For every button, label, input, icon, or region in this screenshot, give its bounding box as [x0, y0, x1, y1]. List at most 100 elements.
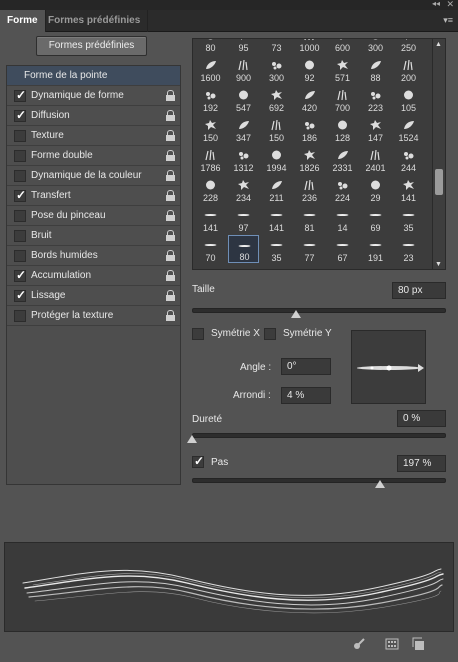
hardness-field[interactable]: 0 %	[397, 410, 446, 427]
brush-tip-cell[interactable]: 150	[195, 115, 226, 143]
option-checkbox[interactable]	[14, 188, 26, 202]
spacing-checkbox[interactable]	[192, 454, 204, 468]
option-checkbox[interactable]	[14, 210, 26, 222]
brush-tip-cell[interactable]: 547	[228, 85, 259, 113]
brush-tip-cell[interactable]: 2331	[327, 145, 358, 173]
tab-forme[interactable]: Forme	[0, 10, 46, 32]
angle-field[interactable]: 0°	[281, 358, 331, 375]
scroll-down-icon[interactable]: ▼	[435, 261, 442, 268]
scroll-thumb[interactable]	[435, 169, 443, 195]
size-slider-knob[interactable]	[291, 310, 302, 318]
brush-tip-cell[interactable]: 67	[327, 235, 358, 263]
brush-tip-cell[interactable]: 244	[393, 145, 424, 173]
hardness-slider-track[interactable]	[192, 433, 446, 438]
angle-roundness-widget[interactable]	[351, 330, 426, 404]
lock-icon[interactable]	[166, 190, 175, 201]
scroll-up-icon[interactable]: ▲	[435, 41, 442, 48]
option-row-12[interactable]: Protéger la texture	[7, 306, 180, 326]
lock-icon[interactable]	[166, 170, 175, 181]
brush-tip-cell[interactable]: 191	[360, 235, 391, 263]
option-checkbox[interactable]	[14, 88, 26, 102]
brush-tip-cell[interactable]: 92	[294, 55, 325, 83]
roundness-field[interactable]: 4 %	[281, 387, 331, 404]
brush-tip-cell[interactable]: 141	[393, 175, 424, 203]
brush-tip-cell[interactable]: 73	[261, 39, 292, 53]
brush-tip-cell[interactable]: 1312	[228, 145, 259, 173]
create-new-brush-icon[interactable]	[412, 637, 426, 651]
option-checkbox[interactable]	[14, 130, 26, 142]
brush-tip-cell[interactable]: 200	[393, 55, 424, 83]
brush-tip-cell[interactable]: 692	[261, 85, 292, 113]
brush-tip-cell[interactable]: 1524	[393, 115, 424, 143]
option-checkbox[interactable]	[14, 170, 26, 182]
spacing-slider-track[interactable]	[192, 478, 446, 483]
brush-tip-cell[interactable]: 141	[195, 205, 226, 233]
brush-tip-cell[interactable]: 300	[360, 39, 391, 53]
lock-icon[interactable]	[166, 250, 175, 261]
brush-tip-cell[interactable]: 77	[294, 235, 325, 263]
lock-icon[interactable]	[166, 270, 175, 281]
option-checkbox[interactable]	[14, 108, 26, 122]
brush-tip-cell[interactable]: 700	[327, 85, 358, 113]
option-row-0[interactable]: Forme de la pointe	[7, 66, 180, 86]
lock-icon[interactable]	[166, 210, 175, 221]
brush-tip-cell[interactable]: 1600	[195, 55, 226, 83]
open-preset-manager-icon[interactable]	[385, 637, 399, 651]
brush-tip-cell[interactable]: 250	[393, 39, 424, 53]
lock-icon[interactable]	[166, 150, 175, 161]
tab-formes-predefinies[interactable]: Formes prédéfinies	[41, 10, 149, 32]
brush-tip-cell[interactable]: 150	[261, 115, 292, 143]
brush-presets-button[interactable]: Formes prédéfinies	[36, 36, 147, 56]
brush-tip-cell[interactable]: 141	[261, 205, 292, 233]
brush-tip-cell[interactable]: 1000	[294, 39, 325, 53]
brush-tip-cell[interactable]: 1994	[261, 145, 292, 173]
brush-tip-cell[interactable]: 23	[393, 235, 424, 263]
brush-tip-cell[interactable]: 2401	[360, 145, 391, 173]
option-checkbox[interactable]	[14, 230, 26, 242]
lock-icon[interactable]	[166, 290, 175, 301]
brush-tip-cell[interactable]: 80	[228, 235, 259, 263]
brush-tip-cell[interactable]: 571	[327, 55, 358, 83]
brush-tip-cell[interactable]: 88	[360, 55, 391, 83]
option-row-6[interactable]: Transfert	[7, 186, 180, 206]
brush-tip-cell[interactable]: 600	[327, 39, 358, 53]
option-row-4[interactable]: Forme double	[7, 146, 180, 166]
brush-tip-cell[interactable]: 81	[294, 205, 325, 233]
brush-tip-cell[interactable]: 80	[195, 39, 226, 53]
brush-tip-cell[interactable]: 347	[228, 115, 259, 143]
brush-tip-cell[interactable]: 300	[261, 55, 292, 83]
brush-grid-scrollbar[interactable]: ▲ ▼	[432, 38, 446, 270]
brush-tip-cell[interactable]: 236	[294, 175, 325, 203]
option-checkbox[interactable]	[14, 250, 26, 262]
brush-tip-cell[interactable]: 128	[327, 115, 358, 143]
spacing-field[interactable]: 197 %	[397, 455, 446, 472]
brush-tip-cell[interactable]: 900	[228, 55, 259, 83]
brush-tip-cell[interactable]: 186	[294, 115, 325, 143]
lock-icon[interactable]	[166, 310, 175, 321]
option-row-8[interactable]: Bruit	[7, 226, 180, 246]
option-row-5[interactable]: Dynamique de la couleur	[7, 166, 180, 186]
brush-tip-cell[interactable]: 1786	[195, 145, 226, 173]
option-row-7[interactable]: Pose du pinceau	[7, 206, 180, 226]
size-field[interactable]: 80 px	[392, 282, 446, 299]
flip-y-checkbox[interactable]	[264, 328, 276, 340]
brush-tip-cell[interactable]: 97	[228, 205, 259, 233]
option-checkbox[interactable]	[14, 268, 26, 282]
brush-tip-cell[interactable]: 1826	[294, 145, 325, 173]
brush-tip-cell[interactable]: 95	[228, 39, 259, 53]
option-checkbox[interactable]	[14, 310, 26, 322]
size-slider-track[interactable]	[192, 308, 446, 313]
flip-x-checkbox[interactable]	[192, 328, 204, 340]
hardness-slider-knob[interactable]	[187, 435, 197, 443]
lock-icon[interactable]	[166, 90, 175, 101]
option-checkbox[interactable]	[14, 288, 26, 302]
spacing-slider-knob[interactable]	[374, 480, 385, 488]
brush-tip-cell[interactable]: 35	[261, 235, 292, 263]
option-row-3[interactable]: Texture	[7, 126, 180, 146]
brush-tip-cell[interactable]: 105	[393, 85, 424, 113]
lock-icon[interactable]	[166, 110, 175, 121]
brush-tip-cell[interactable]: 70	[195, 235, 226, 263]
brush-tip-cell[interactable]: 223	[360, 85, 391, 113]
option-row-9[interactable]: Bords humides	[7, 246, 180, 266]
brush-tip-cell[interactable]: 224	[327, 175, 358, 203]
